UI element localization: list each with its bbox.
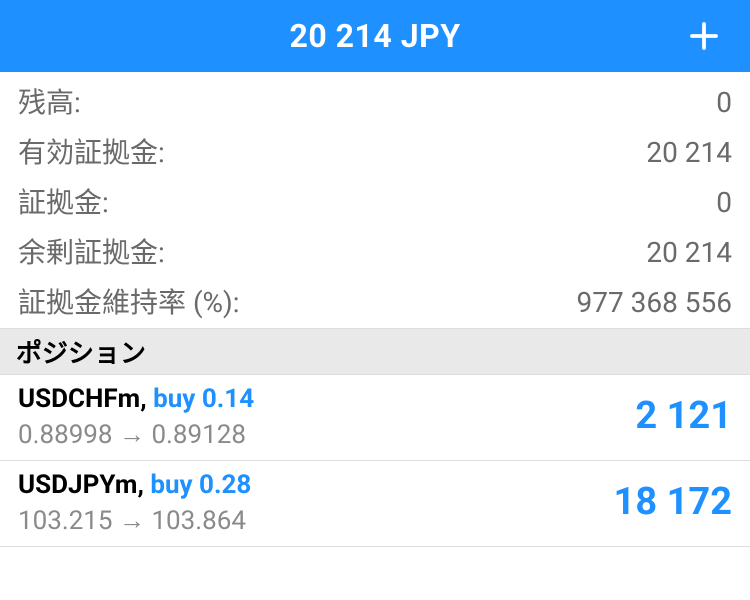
position-pl: 2 121 bbox=[635, 394, 732, 438]
add-icon[interactable] bbox=[686, 18, 722, 54]
position-symbol: USDCHFm bbox=[18, 384, 140, 414]
positions-section-header: ポジション bbox=[0, 328, 750, 375]
margin-row: 証拠金: 0 bbox=[0, 178, 750, 228]
balance-label: 残高: bbox=[18, 82, 81, 124]
equity-value: 20 214 bbox=[646, 132, 732, 174]
margin-level-label: 証拠金維持率 (%): bbox=[18, 282, 240, 324]
account-info: 残高: 0 有効証拠金: 20 214 証拠金: 0 余剰証拠金: 20 214… bbox=[0, 72, 750, 328]
separator: , bbox=[137, 470, 150, 500]
position-pl: 18 172 bbox=[614, 480, 732, 524]
free-margin-row: 余剰証拠金: 20 214 bbox=[0, 228, 750, 278]
position-row[interactable]: USDJPYm, buy 0.28 103.215 → 103.864 18 1… bbox=[0, 461, 750, 547]
position-action: buy 0.14 bbox=[153, 384, 254, 414]
header: 20 214 JPY bbox=[0, 0, 750, 72]
balance-value: 0 bbox=[716, 82, 732, 124]
margin-value: 0 bbox=[716, 182, 732, 224]
price-to: 103.864 bbox=[151, 506, 246, 536]
balance-row: 残高: 0 bbox=[0, 78, 750, 128]
position-title: USDJPYm, buy 0.28 bbox=[18, 469, 251, 503]
free-margin-label: 余剰証拠金: bbox=[18, 232, 165, 274]
position-prices: 103.215 → 103.864 bbox=[18, 505, 251, 536]
position-row[interactable]: USDCHFm, buy 0.14 0.88998 → 0.89128 2 12… bbox=[0, 375, 750, 461]
margin-level-row: 証拠金維持率 (%): 977 368 556 bbox=[0, 278, 750, 328]
margin-level-value: 977 368 556 bbox=[576, 282, 732, 324]
position-info: USDCHFm, buy 0.14 0.88998 → 0.89128 bbox=[18, 383, 254, 450]
position-symbol: USDJPYm bbox=[18, 470, 137, 500]
page-title: 20 214 JPY bbox=[289, 17, 460, 55]
equity-row: 有効証拠金: 20 214 bbox=[0, 128, 750, 178]
price-from: 103.215 bbox=[18, 506, 113, 536]
equity-label: 有効証拠金: bbox=[18, 132, 165, 174]
separator: , bbox=[140, 384, 153, 414]
position-info: USDJPYm, buy 0.28 103.215 → 103.864 bbox=[18, 469, 251, 536]
position-prices: 0.88998 → 0.89128 bbox=[18, 419, 254, 450]
free-margin-value: 20 214 bbox=[646, 232, 732, 274]
position-title: USDCHFm, buy 0.14 bbox=[18, 383, 254, 417]
price-to: 0.89128 bbox=[151, 420, 246, 450]
margin-label: 証拠金: bbox=[18, 182, 109, 224]
position-action: buy 0.28 bbox=[150, 470, 251, 500]
price-from: 0.88998 bbox=[18, 420, 113, 450]
